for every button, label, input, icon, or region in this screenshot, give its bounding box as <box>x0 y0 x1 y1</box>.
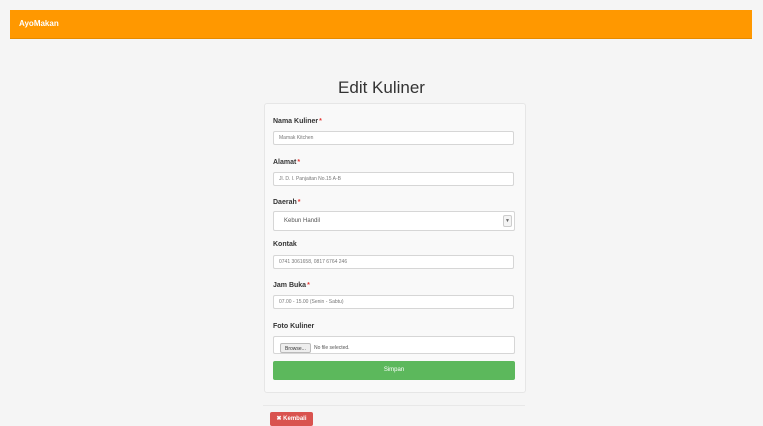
kontak-input[interactable] <box>273 255 514 269</box>
kembali-button[interactable]: ✖ Kembali <box>270 412 313 426</box>
required-mark: * <box>297 199 301 206</box>
file-status-text: No file selected. <box>314 345 350 351</box>
dropdown-toggle[interactable]: ▼ <box>503 215 512 227</box>
foto-kuliner-label: Foto Kuliner <box>273 323 315 330</box>
alamat-input[interactable] <box>273 172 514 186</box>
required-mark: * <box>307 282 310 289</box>
daerah-label: Daerah* <box>273 199 301 206</box>
foto-file-input[interactable]: Browse... No file selected. <box>273 336 515 354</box>
daerah-select[interactable]: Kebun Handil ▼ <box>273 211 515 231</box>
divider <box>263 405 525 406</box>
nama-kuliner-input[interactable] <box>273 131 514 145</box>
alamat-label: Alamat* <box>273 159 301 166</box>
brand-link[interactable]: AyoMakan <box>19 19 59 28</box>
kontak-label: Kontak <box>273 241 297 248</box>
jam-buka-label: Jam Buka* <box>273 282 310 289</box>
required-mark: * <box>297 159 301 166</box>
top-navbar: AyoMakan <box>10 10 752 39</box>
browse-button[interactable]: Browse... <box>280 343 311 353</box>
page-title: Edit Kuliner <box>338 78 425 97</box>
nama-kuliner-label: Nama Kuliner* <box>273 118 322 125</box>
daerah-selected-value: Kebun Handil <box>284 218 321 224</box>
simpan-button[interactable]: Simpan <box>273 361 515 380</box>
required-mark: * <box>319 118 322 125</box>
jam-buka-input[interactable] <box>273 295 514 309</box>
chevron-down-icon: ▼ <box>505 218 510 224</box>
